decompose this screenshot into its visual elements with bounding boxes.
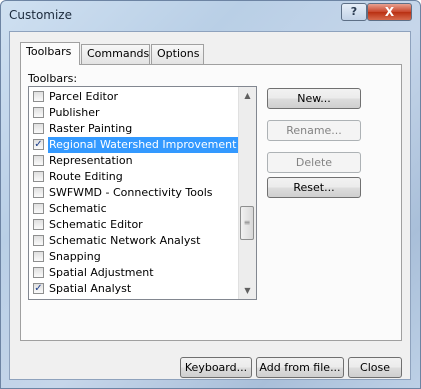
tab-commands[interactable]: Commands [81,44,150,64]
list-item[interactable]: Representation [29,153,240,169]
toolbar-item-label: Route Editing [49,170,123,183]
window-title: Customize [9,8,72,22]
tab-options[interactable]: Options [151,44,204,64]
toolbar-checkbox[interactable]: ✓ [33,283,44,294]
toolbar-checkbox[interactable] [33,171,44,182]
list-item[interactable]: Schematic Editor [29,217,240,233]
list-item[interactable]: Publisher [29,105,240,121]
list-item[interactable]: Schematic Network Analyst [29,233,240,249]
toolbar-checkbox[interactable] [33,251,44,262]
delete-button[interactable]: Delete [267,152,361,173]
toolbar-checkbox[interactable] [33,91,44,102]
list-item[interactable]: Parcel Editor [29,89,240,105]
toolbar-item-label: Publisher [49,106,100,119]
list-item[interactable]: ✓ Spatial Analyst [29,281,240,297]
toolbar-item-label: Representation [49,154,133,167]
toolbar-checkbox[interactable]: ✓ [33,139,44,150]
help-button[interactable]: ? [341,3,367,21]
toolbar-item-label: Parcel Editor [49,90,119,103]
toolbars-tab-pane: Toolbars: ✓ Spatial Analyst Spatial Adjust… [20,64,402,341]
toolbar-checkbox[interactable] [33,219,44,230]
add-from-file-button[interactable]: Add from file... [256,357,344,378]
title-bar[interactable]: Customize ? X [1,1,420,31]
toolbar-checkbox[interactable] [33,155,44,166]
reset-button[interactable]: Reset... [267,177,361,198]
toolbar-checkbox[interactable] [33,123,44,134]
toolbar-checkbox[interactable] [33,203,44,214]
scroll-up-arrow-icon[interactable]: ▲ [239,87,256,104]
list-item[interactable]: Snapping [29,249,240,265]
toolbar-item-label: Raster Painting [49,122,133,135]
scroll-thumb[interactable]: ≡ [240,206,254,240]
toolbar-item-label: Schematic Network Analyst [49,234,201,247]
rename-button[interactable]: Rename... [267,120,361,141]
keyboard-button[interactable]: Keyboard... [180,357,252,378]
scroll-down-arrow-icon[interactable]: ▼ [239,282,256,299]
list-item[interactable]: Raster Painting [29,121,240,137]
list-scrollbar[interactable]: ▲ ≡ ▼ [238,87,256,299]
toolbar-item-label: Spatial Adjustment [49,266,154,279]
new-button[interactable]: New... [267,88,361,109]
toolbars-list[interactable]: ✓ Spatial Analyst Spatial Adjustment Snappi… [28,86,257,300]
toolbar-item-label: Regional Watershed Improvement Dec [48,137,240,153]
list-item[interactable]: SWFWMD - Connectivity Tools [29,185,240,201]
toolbar-checkbox[interactable] [33,235,44,246]
toolbar-item-label: Schematic Editor [49,218,143,231]
toolbars-label: Toolbars: [28,72,78,85]
list-item[interactable]: Schematic [29,201,240,217]
toolbar-item-label: SWFWMD - Connectivity Tools [49,186,213,199]
tab-toolbars[interactable]: Toolbars [20,42,80,65]
toolbar-item-label: Snapping [49,250,101,263]
toolbar-checkbox[interactable] [33,267,44,278]
toolbar-checkbox[interactable] [33,187,44,198]
close-button[interactable]: Close [348,357,402,378]
list-item[interactable]: Spatial Adjustment [29,265,240,281]
toolbar-item-label: Schematic [49,202,107,215]
customize-dialog: Customize ? X Toolbars Commands Options … [0,0,421,389]
toolbar-checkbox[interactable] [33,107,44,118]
list-item[interactable]: Route Editing [29,169,240,185]
dialog-body: Toolbars Commands Options Toolbars: ✓ Spa… [9,31,411,380]
close-window-button[interactable]: X [367,3,412,21]
list-item[interactable]: ✓ Regional Watershed Improvement Dec [29,137,240,153]
toolbar-item-label: Spatial Analyst [49,282,132,295]
